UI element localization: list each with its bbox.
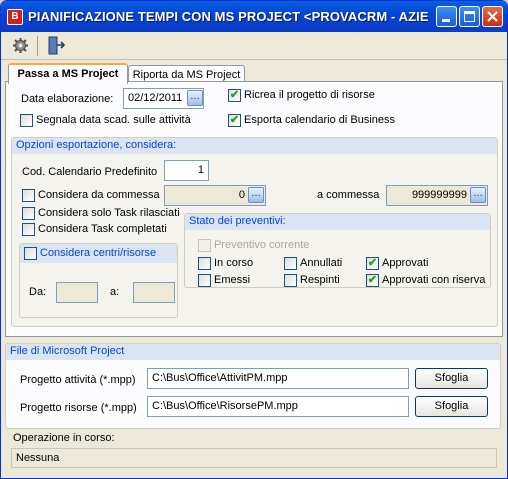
sfoglia-risorse-button[interactable]: Sfoglia — [415, 396, 488, 417]
sfoglia-label: Sfoglia — [434, 372, 469, 384]
toolbar — [1, 32, 507, 60]
exit-icon[interactable] — [47, 36, 66, 55]
segnala-checkbox[interactable] — [20, 114, 33, 127]
a-label: a: — [110, 286, 120, 298]
task-completati-checkbox[interactable] — [22, 223, 35, 236]
solo-task-checkbox[interactable] — [22, 207, 35, 220]
segnala-label: Segnala data scad. sulle attività — [36, 114, 191, 126]
tab-page: Data elaborazione: 02/12/2011 … ✔ Ricrea… — [5, 81, 503, 337]
annullati-checkbox[interactable] — [284, 257, 297, 270]
stato-header-text: Stato dei preventivi: — [189, 215, 286, 227]
centri-da-field[interactable] — [56, 282, 98, 303]
centri-group: Considera centri/risorse Da: a: — [19, 243, 178, 318]
da-commessa-browse[interactable]: … — [248, 187, 264, 203]
risorse-label: Progetto risorse (*.mpp) — [20, 402, 137, 414]
stato-group: Stato dei preventivi: Preventivo corrent… — [184, 213, 491, 288]
ricrea-label: Ricrea il progetto di risorse — [244, 89, 375, 101]
minimize-button[interactable] — [436, 6, 457, 27]
cal-field[interactable]: 1 — [164, 160, 209, 181]
ricrea-checkbox[interactable]: ✔ — [228, 89, 241, 102]
approvati-riserva-label: Approvati con riserva — [382, 274, 486, 286]
da-commessa-checkbox[interactable] — [22, 189, 35, 202]
gear-icon[interactable] — [12, 37, 29, 54]
tab-label: Riporta da MS Project — [132, 69, 241, 81]
approvati-checkbox[interactable]: ✔ — [366, 257, 379, 270]
respinti-checkbox[interactable] — [284, 274, 297, 287]
files-header-text: File di Microsoft Project — [10, 345, 125, 357]
centri-a-field[interactable] — [133, 282, 175, 303]
emessi-checkbox[interactable] — [198, 274, 211, 287]
da-commessa-value: 0 — [238, 189, 245, 201]
window-title: PIANIFICAZIONE TEMPI CON MS PROJECT <PRO… — [28, 9, 428, 24]
approvati-riserva-checkbox[interactable]: ✔ — [366, 274, 379, 287]
title-bar[interactable]: B PIANIFICAZIONE TEMPI CON MS PROJECT <P… — [1, 1, 507, 32]
stato-group-header: Stato dei preventivi: — [185, 214, 490, 230]
main-window: B PIANIFICAZIONE TEMPI CON MS PROJECT <P… — [0, 0, 508, 479]
data-elaborazione-value: 02/12/2011 — [128, 92, 183, 104]
attivita-path-value: C:\Bus\Office\AttivitPM.mpp — [152, 372, 288, 384]
in-corso-label: In corso — [214, 257, 254, 269]
esporta-checkbox[interactable]: ✔ — [228, 114, 241, 127]
risorse-path-value: C:\Bus\Office\RisorsePM.mpp — [152, 400, 298, 412]
esporta-label: Esporta calendario di Business — [244, 114, 396, 126]
close-button[interactable] — [482, 6, 503, 27]
preventivo-corrente-label: Preventivo corrente — [214, 239, 310, 251]
a-commessa-value: 999999999 — [411, 189, 467, 201]
data-elaborazione-label: Data elaborazione: — [21, 93, 114, 105]
operazione-label: Operazione in corso: — [13, 432, 115, 444]
solo-task-label: Considera solo Task rilasciati — [38, 207, 180, 219]
toolbar-separator — [37, 36, 38, 56]
respinti-label: Respinti — [300, 274, 340, 286]
emessi-label: Emessi — [214, 274, 251, 286]
minimize-icon — [442, 19, 450, 22]
app-icon: B — [7, 9, 23, 25]
da-label: Da: — [29, 286, 47, 298]
risorse-path-field[interactable]: C:\Bus\Office\RisorsePM.mpp — [147, 396, 409, 417]
options-group-header: Opzioni esportazione, considera: — [12, 138, 497, 154]
tab-passa-ms-project[interactable]: Passa a MS Project — [8, 63, 128, 84]
operazione-status-value: Nessuna — [16, 452, 60, 464]
sfoglia-attivita-button[interactable]: Sfoglia — [415, 368, 488, 389]
options-header-text: Opzioni esportazione, considera: — [16, 139, 177, 151]
approvati-label: Approvati — [382, 257, 429, 269]
da-commessa-label: Considera da commessa — [38, 189, 160, 201]
attivita-label: Progetto attività (*.mpp) — [20, 374, 136, 386]
options-group: Opzioni esportazione, considera: Cod. Ca… — [11, 137, 498, 327]
in-corso-checkbox[interactable] — [198, 257, 211, 270]
a-commessa-browse[interactable]: … — [470, 187, 486, 203]
maximize-icon — [464, 11, 475, 22]
files-group-header: File di Microsoft Project — [6, 344, 500, 360]
operazione-status-field: Nessuna — [11, 448, 497, 468]
files-group: File di Microsoft Project Progetto attiv… — [5, 343, 501, 429]
attivita-path-field[interactable]: C:\Bus\Office\AttivitPM.mpp — [147, 368, 409, 389]
close-icon — [487, 11, 498, 22]
preventivo-corrente-checkbox[interactable] — [198, 239, 211, 252]
date-picker-button[interactable]: … — [187, 90, 203, 106]
sfoglia-label: Sfoglia — [434, 400, 469, 412]
centri-label: Considera centri/risorse — [40, 247, 157, 259]
task-completati-label: Considera Task completati — [38, 223, 167, 235]
maximize-button[interactable] — [459, 6, 480, 27]
cal-value: 1 — [197, 164, 204, 176]
tab-label: Passa a MS Project — [17, 68, 119, 80]
annullati-label: Annullati — [300, 257, 343, 269]
a-commessa-label: a commessa — [317, 189, 380, 201]
cal-label: Cod. Calendario Predefinito — [22, 166, 158, 178]
centri-checkbox[interactable] — [24, 247, 37, 260]
centri-group-header: Considera centri/risorse — [20, 244, 177, 263]
